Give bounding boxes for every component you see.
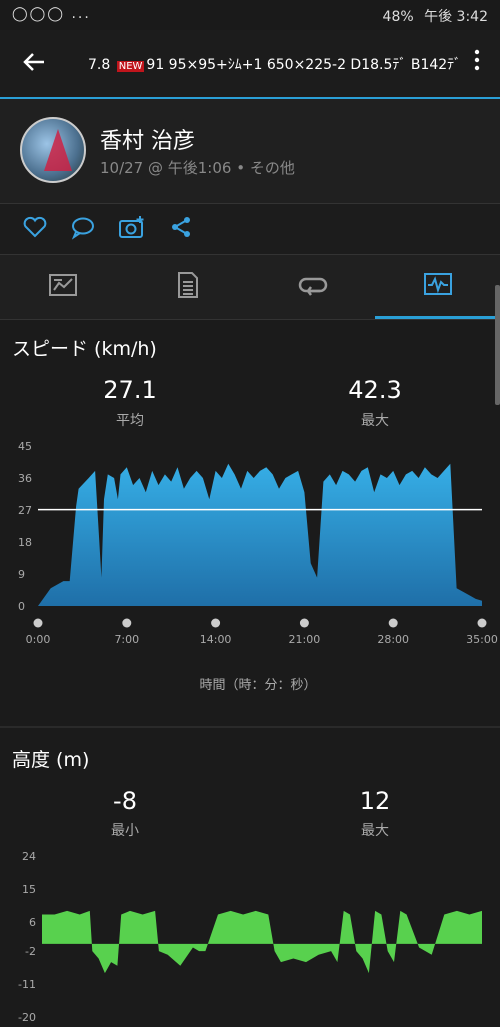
user-name[interactable]: 香村 治彦 — [100, 123, 195, 155]
speed-max-label: 最大 — [361, 413, 389, 429]
speed-xtick-label: 35:00 — [466, 633, 498, 646]
more-vert-icon[interactable] — [474, 48, 480, 78]
profile-header: 香村 治彦 10/27 @ 午後1:06 • その他 — [0, 99, 500, 204]
speed-xtick-label: 21:00 — [289, 633, 321, 646]
status-bar: ◯◯◯ ... 48% 午後 3:42 — [0, 0, 500, 30]
speed-max-value: 42.3 — [348, 376, 402, 404]
share-icon[interactable] — [168, 214, 194, 240]
speed-xtick-label: 0:00 — [26, 633, 51, 646]
altitude-max-value: 12 — [359, 787, 391, 815]
comment-icon[interactable] — [70, 214, 96, 240]
camera-add-icon[interactable] — [118, 214, 144, 240]
altitude-ytick-label: 24 — [22, 850, 36, 863]
speed-chart-title: スピード (km/h) — [12, 338, 157, 360]
speed-ytick-label: 0 — [18, 600, 25, 613]
altitude-chart-title: 高度 (m) — [12, 749, 90, 771]
tab-laps[interactable] — [250, 255, 375, 319]
tab-charts[interactable] — [375, 255, 500, 319]
speed-ytick-label: 45 — [18, 440, 32, 453]
speed-xaxis-label: 時間（時：分：秒） — [199, 678, 317, 693]
charts-icon — [423, 272, 453, 300]
speed-xtick-label: 28:00 — [377, 633, 409, 646]
section-divider — [0, 726, 500, 728]
altitude-ytick-label: 6 — [29, 916, 36, 929]
altitude-min-value: -8 — [113, 787, 137, 815]
speed-ytick-label: 9 — [18, 568, 25, 581]
speed-chart: 0 9 18 27 36 45 0:00 7:00 14:00 21:00 28:00 35:00 — [18, 440, 498, 646]
speed-xtick-label: 7:00 — [114, 633, 139, 646]
activity-meta: 10/27 @ 午後1:06 • その他 — [100, 159, 295, 177]
altitude-ytick-label: -11 — [18, 978, 36, 991]
altitude-ytick-label: -20 — [18, 1011, 36, 1024]
status-right: 48% 午後 3:42 — [383, 6, 488, 26]
tab-summary[interactable] — [0, 255, 125, 319]
new-badge: NEW — [116, 61, 145, 72]
speed-xtick-dot — [388, 618, 398, 628]
back-arrow-icon[interactable] — [20, 48, 50, 78]
altitude-chart: -20 -11 -2 6 15 24 — [18, 850, 482, 1024]
speed-xtick-dot — [33, 618, 43, 628]
status-left-icons: ◯◯◯ ... — [12, 6, 91, 22]
altitude-min-label: 最小 — [111, 823, 139, 839]
title-prefix: 7.8 — [88, 57, 111, 73]
speed-ytick-label: 27 — [18, 504, 32, 517]
activity-title: 7.8 NEW 91 95×95+ｼﾑ+1 650×225-2 D18.5ﾃﾞ B… — [88, 54, 461, 74]
app-bar: 7.8 NEW 91 95×95+ｼﾑ+1 650×225-2 D18.5ﾃﾞ B… — [0, 30, 500, 99]
speed-avg-label: 平均 — [116, 413, 144, 429]
speed-xtick-dot — [211, 618, 221, 628]
speed-ytick-label: 36 — [18, 472, 32, 485]
altitude-ytick-label: -2 — [25, 945, 36, 958]
altitude-max-label: 最大 — [361, 823, 389, 839]
tab-bar — [0, 255, 500, 320]
speed-area-series — [38, 463, 482, 606]
speed-xtick-dot — [477, 618, 487, 628]
speed-xtick-dot — [299, 618, 309, 628]
altitude-area-series — [42, 910, 482, 974]
heart-icon[interactable] — [22, 214, 48, 240]
avatar[interactable] — [20, 117, 86, 183]
altitude-ytick-label: 15 — [22, 883, 36, 896]
action-row — [0, 204, 500, 255]
tab-details[interactable] — [125, 255, 250, 319]
clock: 午後 3:42 — [424, 9, 488, 25]
title-suffix: 91 95×95+ｼﾑ+1 650×225-2 D18.5ﾃﾞ B142ﾃﾞ — [146, 57, 462, 73]
battery-level: 48% — [382, 9, 414, 25]
details-icon — [176, 271, 200, 303]
speed-ytick-label: 18 — [18, 536, 32, 549]
speed-xtick-dot — [122, 618, 132, 628]
speed-xtick-label: 14:00 — [200, 633, 232, 646]
speed-avg-value: 27.1 — [103, 376, 157, 404]
laps-icon — [298, 273, 328, 301]
scrollbar[interactable] — [495, 285, 500, 405]
summary-icon — [48, 273, 78, 301]
